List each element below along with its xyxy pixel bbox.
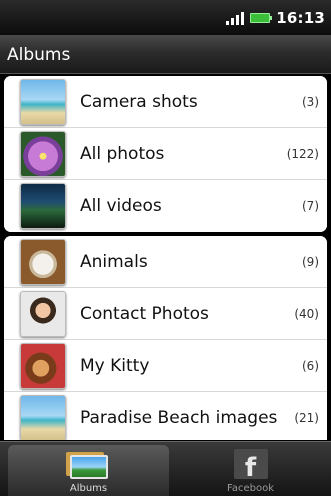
album-label: Animals — [80, 251, 148, 272]
album-count: (9) — [302, 254, 319, 269]
album-label: Contact Photos — [80, 303, 209, 324]
album-group-user: Animals (9) Contact Photos (40) My Kitty… — [4, 236, 327, 440]
album-row-all-photos[interactable]: All photos (122) — [4, 128, 327, 180]
album-row-my-kitty[interactable]: My Kitty (6) — [4, 340, 327, 392]
album-count: (21) — [294, 411, 319, 425]
beach-thumbnail — [20, 78, 66, 125]
status-bar: 16:13 — [0, 0, 331, 35]
tab-label: Facebook — [227, 483, 274, 494]
albums-icon — [69, 455, 108, 479]
album-row-contact-photos[interactable]: Contact Photos (40) — [4, 288, 327, 340]
bottom-tab-bar: Albums f Facebook — [0, 441, 331, 496]
tab-label: Albums — [69, 483, 108, 494]
beach-thumbnail — [20, 395, 66, 440]
album-label: My Kitty — [80, 355, 150, 376]
facebook-icon: f — [233, 449, 268, 479]
signal-bars-icon — [226, 11, 245, 25]
status-clock: 16:13 — [276, 8, 325, 27]
album-list: Camera shots (3) All photos (122) All vi… — [0, 74, 331, 441]
cat-thumbnail — [20, 342, 66, 389]
album-label: Camera shots — [80, 91, 198, 112]
album-label: All videos — [80, 196, 162, 216]
tab-albums[interactable]: Albums — [8, 445, 169, 496]
battery-icon — [250, 12, 273, 23]
album-count: (40) — [294, 306, 319, 321]
video-thumbnail — [20, 183, 66, 229]
album-count: (7) — [302, 199, 319, 213]
album-count: (122) — [286, 146, 319, 161]
tab-facebook[interactable]: f Facebook — [170, 442, 331, 496]
person-thumbnail — [20, 290, 66, 337]
album-row-paradise-beach[interactable]: Paradise Beach images (21) — [4, 392, 327, 440]
album-group-system: Camera shots (3) All photos (122) All vi… — [4, 76, 327, 232]
album-row-all-videos[interactable]: All videos (7) — [4, 180, 327, 232]
album-row-camera-shots[interactable]: Camera shots (3) — [4, 76, 327, 128]
album-count: (6) — [302, 358, 319, 373]
album-count: (3) — [302, 94, 319, 109]
album-label: Paradise Beach images — [80, 408, 278, 428]
app-header: Albums — [0, 35, 331, 74]
album-label: All photos — [80, 143, 165, 164]
album-row-animals[interactable]: Animals (9) — [4, 236, 327, 288]
page-title: Albums — [7, 45, 71, 65]
dog-thumbnail — [20, 238, 66, 285]
flower-thumbnail — [20, 130, 66, 177]
